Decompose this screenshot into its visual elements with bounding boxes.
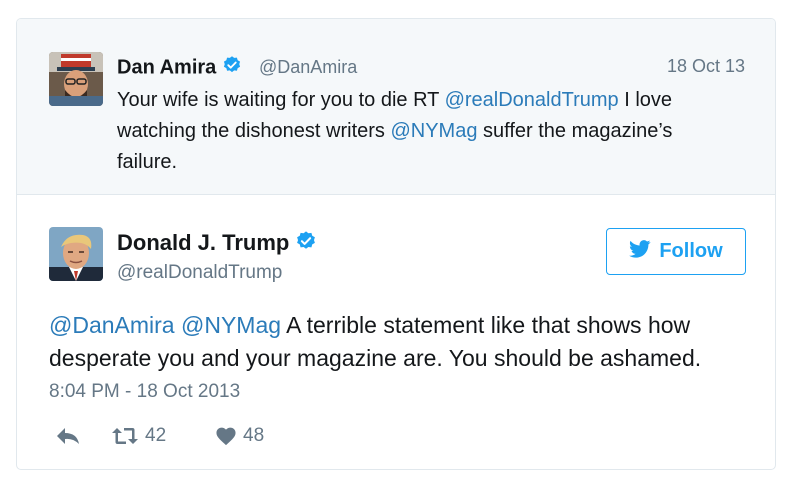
retweet-icon: [111, 425, 139, 447]
tweet-author-name[interactable]: Donald J. Trump: [117, 230, 317, 258]
reply-button[interactable]: [49, 425, 81, 447]
quoted-author-name[interactable]: Dan Amira: [117, 55, 242, 81]
quoted-date[interactable]: 18 Oct 13: [667, 56, 745, 77]
retweet-count: 42: [145, 425, 167, 446]
quoted-tweet[interactable]: Dan Amira @DanAmira 18 Oct 13 Your wife …: [17, 19, 775, 195]
retweet-button[interactable]: 42: [105, 425, 166, 447]
avatar-dan-amira[interactable]: [49, 52, 103, 106]
verified-badge-icon: [295, 230, 317, 258]
quoted-tweet-text: Your wife is waiting for you to die RT @…: [117, 85, 717, 178]
heart-icon: [215, 426, 237, 446]
avatar-donald-trump[interactable]: [49, 227, 103, 281]
mention-link-danamira[interactable]: @DanAmira: [49, 312, 175, 338]
reply-icon: [55, 425, 81, 447]
tweet-author-name-text: Donald J. Trump: [117, 230, 290, 255]
mention-link-nymag[interactable]: @NYMag: [390, 120, 477, 142]
tweet-card: Dan Amira @DanAmira 18 Oct 13 Your wife …: [16, 18, 776, 470]
like-count: 48: [243, 425, 265, 446]
tweet-author-handle[interactable]: @realDonaldTrump: [117, 262, 282, 284]
quoted-author-name-text: Dan Amira: [117, 56, 217, 79]
quoted-author-handle[interactable]: @DanAmira: [259, 57, 357, 78]
quoted-text-part: Your wife is waiting for you to die RT: [117, 89, 445, 111]
like-button[interactable]: 48: [209, 425, 264, 447]
follow-button-label: Follow: [659, 240, 723, 262]
tweet-timestamp[interactable]: 8:04 PM - 18 Oct 2013: [49, 381, 240, 403]
twitter-bird-icon: [629, 239, 651, 264]
follow-button[interactable]: Follow: [606, 228, 746, 275]
verified-badge-icon: [222, 55, 242, 81]
tweet-text: @DanAmira @NYMag A terrible statement li…: [49, 309, 764, 375]
mention-link-realdonaldtrump[interactable]: @realDonaldTrump: [445, 89, 619, 111]
mention-link-nymag[interactable]: @NYMag: [181, 312, 281, 338]
